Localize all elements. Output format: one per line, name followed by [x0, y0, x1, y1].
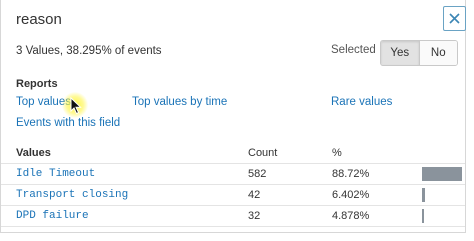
rare-values-link[interactable]: Rare values [331, 96, 392, 108]
selected-no-button[interactable]: No [419, 41, 457, 65]
top-values-by-time-link[interactable]: Top values by time [132, 96, 227, 108]
values-column-header: Values [16, 147, 51, 159]
row-value[interactable]: Idle Timeout [16, 168, 95, 180]
mouse-pointer-icon [70, 97, 82, 115]
row-divider [1, 226, 465, 227]
row-value[interactable]: Transport closing [16, 189, 128, 201]
events-with-this-field-link[interactable]: Events with this field [16, 117, 120, 129]
percent-bar [422, 167, 462, 181]
row-count: 32 [248, 210, 261, 222]
row-divider [1, 205, 465, 206]
count-column-header: Count [248, 147, 278, 159]
reports-heading: Reports [16, 78, 58, 90]
percent-bar [422, 209, 462, 223]
percent-bar-fill [422, 188, 425, 202]
selected-toggle: Yes No [380, 40, 458, 66]
percent-bar-fill [422, 167, 462, 181]
row-percent: 6.402% [332, 189, 370, 201]
percent-column-header: % [332, 147, 342, 159]
selected-label: Selected [331, 44, 376, 56]
percent-bar-fill [422, 209, 424, 223]
row-percent: 4.878% [332, 210, 370, 222]
table-divider [1, 163, 465, 164]
field-name-title: reason [16, 11, 62, 28]
row-percent: 88.72% [332, 168, 370, 180]
close-button[interactable] [443, 6, 466, 31]
percent-bar [422, 188, 462, 202]
row-count: 582 [248, 168, 267, 180]
row-count: 42 [248, 189, 261, 201]
row-value[interactable]: DPD failure [16, 210, 89, 222]
close-icon [449, 13, 460, 24]
selected-yes-button[interactable]: Yes [381, 41, 420, 65]
row-divider [1, 184, 465, 185]
values-summary: 3 Values, 38.295% of events [16, 45, 162, 57]
